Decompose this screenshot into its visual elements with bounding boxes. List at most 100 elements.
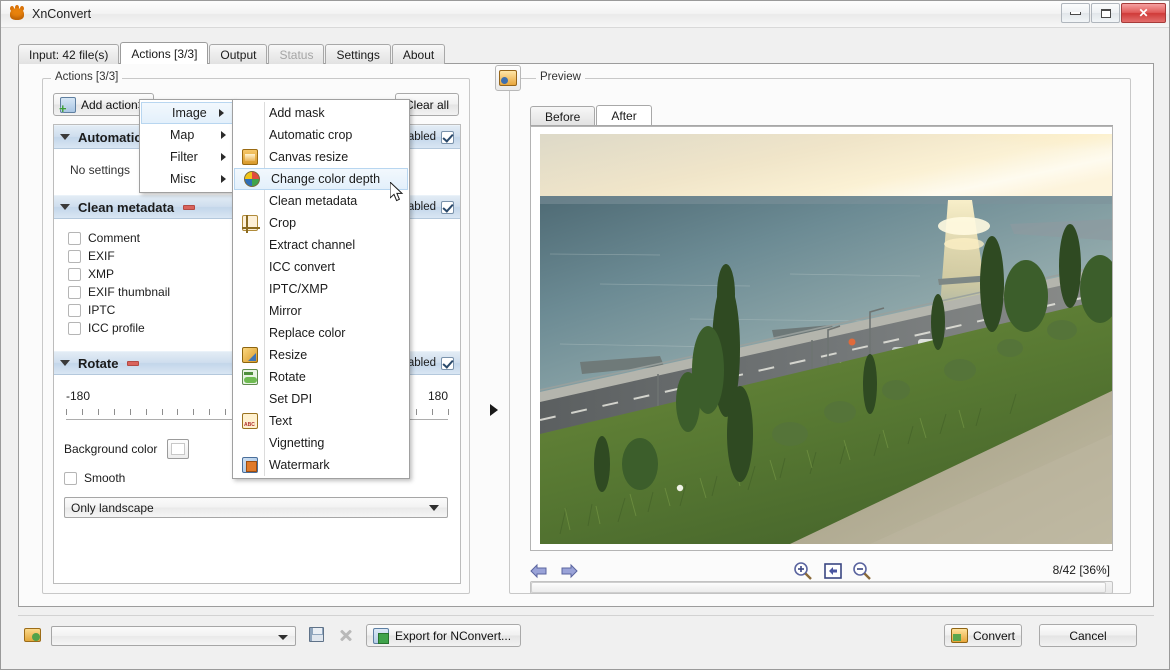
tab-status: Status <box>268 44 324 64</box>
menu-item-watermark-label: Watermark <box>269 458 409 472</box>
zoom-out-icon[interactable] <box>852 561 872 581</box>
preview-tabstrip: Before After <box>530 105 653 126</box>
menu-item-map[interactable]: Map <box>140 124 234 146</box>
exif-checkbox[interactable] <box>68 250 81 263</box>
close-button[interactable]: ✕ <box>1121 3 1166 23</box>
enabled-checkbox[interactable] <box>441 357 454 370</box>
panel-collapse-arrow-icon[interactable] <box>490 404 498 416</box>
background-color-swatch[interactable] <box>167 439 189 459</box>
menu-item-iptc-xmp[interactable]: IPTC/XMP <box>233 278 409 300</box>
save-icon[interactable] <box>309 627 324 642</box>
menu-icon-slot <box>237 346 263 364</box>
tab-settings-label: Settings <box>336 48 379 62</box>
enabled-checkbox[interactable] <box>441 131 454 144</box>
menu-item-watermark[interactable]: Watermark <box>233 454 409 476</box>
menu-item-filter[interactable]: Filter <box>140 146 234 168</box>
menu-item-clean-metadata-label: Clean metadata <box>269 194 409 208</box>
icc-profile-checkbox[interactable] <box>68 322 81 335</box>
text-icon <box>242 413 258 429</box>
menu-item-resize[interactable]: Resize <box>233 344 409 366</box>
minimize-button[interactable] <box>1061 3 1090 23</box>
maximize-button[interactable] <box>1091 3 1120 23</box>
title-bar: XnConvert ✕ <box>1 1 1169 28</box>
exif-thumbnail-checkbox[interactable] <box>68 286 81 299</box>
enabled-checkbox[interactable] <box>441 201 454 214</box>
checkbox-label: ICC profile <box>88 321 145 335</box>
preview-canvas[interactable] <box>530 126 1113 551</box>
tab-output[interactable]: Output <box>209 44 267 64</box>
tab-input-label: Input: 42 file(s) <box>29 48 108 62</box>
preset-select[interactable] <box>51 626 296 646</box>
zoom-in-icon[interactable] <box>793 561 813 581</box>
preview-image <box>540 134 1113 544</box>
menu-item-change-color-depth[interactable]: Change color depth <box>234 168 408 190</box>
menu-item-crop[interactable]: Crop <box>233 212 409 234</box>
scrollbar-thumb[interactable] <box>531 582 1106 593</box>
menu-item-vignetting-label: Vignetting <box>269 436 409 450</box>
menu-item-misc[interactable]: Misc <box>140 168 234 190</box>
menu-item-image[interactable]: Image <box>141 102 233 124</box>
menu-icon-slot <box>144 148 166 166</box>
tab-input[interactable]: Input: 42 file(s) <box>18 44 119 64</box>
open-folder-icon[interactable] <box>24 628 41 642</box>
tab-settings[interactable]: Settings <box>325 44 390 64</box>
menu-item-mirror[interactable]: Mirror <box>233 300 409 322</box>
angle-max-label: 180 <box>428 389 448 403</box>
add-action-menu[interactable]: Image Map Filter Misc <box>139 99 235 193</box>
comment-checkbox[interactable] <box>68 232 81 245</box>
previous-image-icon[interactable] <box>530 562 548 580</box>
convert-label: Convert <box>973 629 1015 643</box>
convert-button[interactable]: Convert <box>944 624 1022 647</box>
cancel-button[interactable]: Cancel <box>1039 624 1137 647</box>
collapse-triangle-icon[interactable] <box>60 134 70 140</box>
menu-icon-slot <box>237 434 263 452</box>
image-submenu[interactable]: Add mask Automatic crop Canvas resize Ch… <box>232 99 410 479</box>
rotate-icon <box>242 369 258 385</box>
tab-about[interactable]: About <box>392 44 445 64</box>
menu-item-iptc-xmp-label: IPTC/XMP <box>269 282 409 296</box>
chevron-down-icon <box>278 635 288 640</box>
collapse-triangle-icon[interactable] <box>60 360 70 366</box>
remove-action-icon[interactable] <box>127 361 139 366</box>
menu-item-clean-metadata[interactable]: Clean metadata <box>233 190 409 212</box>
preview-horizontal-scrollbar[interactable] <box>530 581 1113 594</box>
menu-item-resize-label: Resize <box>269 348 409 362</box>
bottom-toolbar: Export for NConvert... Convert Cancel <box>18 615 1154 655</box>
menu-item-misc-label: Misc <box>170 172 221 186</box>
tab-actions-label: Actions [3/3] <box>131 47 197 61</box>
menu-item-map-label: Map <box>170 128 221 142</box>
xmp-checkbox[interactable] <box>68 268 81 281</box>
checkbox-label: Comment <box>88 231 140 245</box>
next-image-icon[interactable] <box>560 562 578 580</box>
menu-item-vignetting[interactable]: Vignetting <box>233 432 409 454</box>
menu-item-change-color-depth-label: Change color depth <box>271 172 407 186</box>
menu-item-canvas-resize[interactable]: Canvas resize <box>233 146 409 168</box>
menu-icon-slot <box>237 456 263 474</box>
export-for-nconvert-button[interactable]: Export for NConvert... <box>366 624 521 647</box>
tab-after[interactable]: After <box>596 105 651 126</box>
tab-before[interactable]: Before <box>530 106 595 126</box>
menu-item-extract-channel[interactable]: Extract channel <box>233 234 409 256</box>
fit-to-window-icon[interactable] <box>823 561 843 581</box>
menu-icon-slot <box>239 170 265 188</box>
add-action-icon <box>60 97 76 113</box>
menu-item-replace-color[interactable]: Replace color <box>233 322 409 344</box>
orientation-select[interactable]: Only landscape <box>64 497 448 518</box>
smooth-checkbox[interactable] <box>64 472 77 485</box>
delete-icon[interactable] <box>339 628 353 642</box>
smooth-label: Smooth <box>84 471 125 485</box>
clear-all-label: Clear all <box>405 98 449 112</box>
menu-item-set-dpi[interactable]: Set DPI <box>233 388 409 410</box>
menu-item-rotate[interactable]: Rotate <box>233 366 409 388</box>
menu-item-text[interactable]: Text <box>233 410 409 432</box>
menu-item-icc-convert[interactable]: ICC convert <box>233 256 409 278</box>
checkbox-label: EXIF <box>88 249 115 263</box>
remove-action-icon[interactable] <box>183 205 195 210</box>
tab-about-label: About <box>403 48 434 62</box>
tab-actions[interactable]: Actions [3/3] <box>120 42 208 64</box>
collapse-triangle-icon[interactable] <box>60 204 70 210</box>
menu-item-automatic-crop[interactable]: Automatic crop <box>233 124 409 146</box>
menu-item-add-mask[interactable]: Add mask <box>233 102 409 124</box>
change-color-depth-icon <box>244 171 260 187</box>
iptc-checkbox[interactable] <box>68 304 81 317</box>
